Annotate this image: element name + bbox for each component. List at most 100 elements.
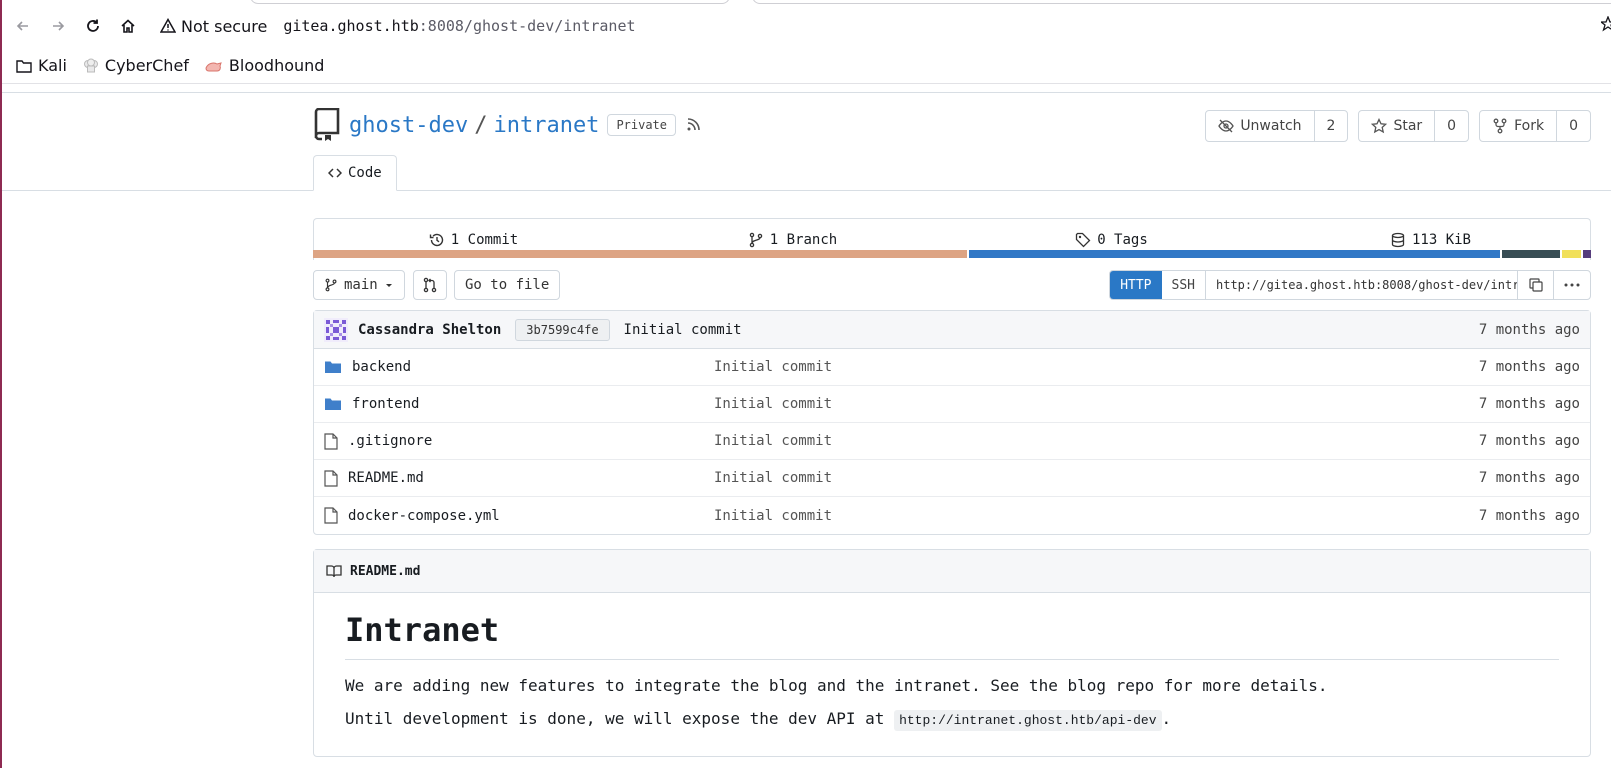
folder-icon [16,59,32,73]
file-commit-time: 7 months ago [1478,470,1580,486]
star-count[interactable]: 0 [1435,111,1468,141]
kebab-horizontal-icon [1564,283,1580,287]
repo-owner-link[interactable]: ghost-dev [349,113,468,138]
chef-hat-icon [83,58,98,72]
copy-icon [1528,278,1543,292]
folder-icon [325,398,341,410]
forward-icon[interactable] [47,15,69,37]
language-bar[interactable] [313,250,1591,258]
back-icon[interactable] [12,15,34,37]
file-commit-time: 7 months ago [1478,507,1580,524]
file-commit-message[interactable]: Initial commit [714,359,832,375]
file-name[interactable]: .gitignore [324,432,714,450]
language-segment[interactable] [1501,250,1561,258]
browser-toolbar: Not secure gitea.ghost.htb:8008/ghost-de… [0,4,1611,48]
file-list: Cassandra Shelton 3b7599c4fe Initial com… [313,310,1591,535]
file-row[interactable]: .gitignore Initial commit 7 months ago [314,423,1590,460]
tab-code[interactable]: Code [313,155,397,191]
chevron-down-icon [385,284,392,287]
commit-time: 7 months ago [1478,321,1580,338]
code-icon [328,168,342,178]
bookmark-cyberchef[interactable]: CyberChef [83,56,189,75]
rss-icon[interactable] [686,113,702,138]
avatar[interactable] [324,317,348,342]
watch-count[interactable]: 2 [1315,111,1348,141]
compare-button[interactable] [413,270,447,300]
security-warning[interactable]: Not secure [160,17,267,36]
home-icon[interactable] [117,15,139,37]
database-icon [1391,232,1405,247]
language-segment[interactable] [1583,250,1591,258]
file-commit-message[interactable]: Initial commit [714,396,832,412]
ssh-button[interactable]: SSH [1162,271,1206,299]
copy-url-button[interactable] [1518,271,1554,299]
commit-sha[interactable]: 3b7599c4fe [515,318,610,341]
file-icon [324,469,338,487]
file-row[interactable]: backend Initial commit 7 months ago [314,349,1590,386]
file-icon [324,432,338,450]
commit-message[interactable]: Initial commit [624,322,742,338]
file-row[interactable]: frontend Initial commit 7 months ago [314,386,1590,423]
file-commit-message[interactable]: Initial commit [714,433,832,449]
url-path: :8008/ghost-dev/intranet [418,17,636,35]
repo-title: ghost-dev / intranet Private [349,113,702,138]
language-segment[interactable] [313,250,968,258]
file-commit-time: 7 months ago [1478,433,1580,449]
readme-filename[interactable]: README.md [350,564,420,579]
latest-commit-row: Cassandra Shelton 3b7599c4fe Initial com… [314,311,1590,349]
file-row[interactable]: README.md Initial commit 7 months ago [314,460,1590,497]
language-segment[interactable] [1562,250,1582,258]
go-to-file-button[interactable]: Go to file [454,270,561,300]
folder-icon [325,361,341,373]
security-label: Not secure [181,16,268,36]
repo-header: ghost-dev / intranet Private Unwatch 2 S… [313,106,1591,144]
bookmark-bloodhound[interactable]: Bloodhound [205,56,325,75]
bloodhound-icon [205,61,222,71]
file-commit-time: 7 months ago [1478,359,1580,375]
readme-paragraph: We are adding new features to integrate … [345,676,1328,695]
history-icon [429,233,443,246]
fork-button[interactable]: Fork [1480,111,1558,141]
reload-icon[interactable] [82,15,104,37]
window-edge [0,0,2,768]
file-icon [324,507,338,524]
fork-count[interactable]: 0 [1557,111,1590,141]
file-name[interactable]: README.md [324,469,714,487]
bookmark-label: Kali [38,56,67,75]
bookmark-label: Bloodhound [228,56,325,75]
warning-icon [160,18,176,33]
eye-slash-icon [1218,119,1235,133]
readme-title: Intranet [345,611,1559,660]
branch-dropdown[interactable]: main [313,270,405,300]
file-name[interactable]: backend [324,359,714,375]
commit-author[interactable]: Cassandra Shelton [358,322,501,338]
address-bar[interactable]: Not secure gitea.ghost.htb:8008/ghost-de… [160,10,636,42]
file-commit-message[interactable]: Initial commit [714,508,832,524]
language-segment[interactable] [969,250,1500,258]
repo-name-link[interactable]: intranet [493,113,599,138]
file-name[interactable]: frontend [324,396,714,412]
bookmark-label: CyberChef [104,56,189,75]
file-row[interactable]: docker-compose.yml Initial commit 7 months… [314,497,1590,534]
star-button[interactable]: Star [1359,111,1436,141]
path-separator: / [474,112,488,138]
http-button[interactable]: HTTP [1110,271,1162,299]
fork-icon [1493,118,1507,134]
readme-paragraph-api: Until development is done, we will expos… [345,709,1559,731]
bookmark-star-icon[interactable] [1599,15,1611,36]
branch-icon [325,278,337,292]
clone-url-input[interactable]: http://gitea.ghost.htb:8008/ghost-dev/in… [1206,271,1518,299]
star-icon [1371,118,1388,134]
fork-button-group: Fork 0 [1479,110,1591,142]
url-host: gitea.ghost.htb [283,17,419,35]
file-name[interactable]: docker-compose.yml [324,507,714,524]
tabs-divider [0,190,1611,191]
repo-icon [314,108,340,141]
file-commit-message[interactable]: Initial commit [714,470,832,486]
bookmark-kali[interactable]: Kali [16,56,67,75]
unwatch-button[interactable]: Unwatch [1206,111,1315,141]
more-options-button[interactable] [1554,271,1590,299]
pull-request-icon [423,277,437,293]
bookmarks-bar: Kali CyberChef Bloodhound [0,48,1611,84]
repo-action-buttons: Unwatch 2 Star 0 Fork 0 [1205,110,1591,142]
